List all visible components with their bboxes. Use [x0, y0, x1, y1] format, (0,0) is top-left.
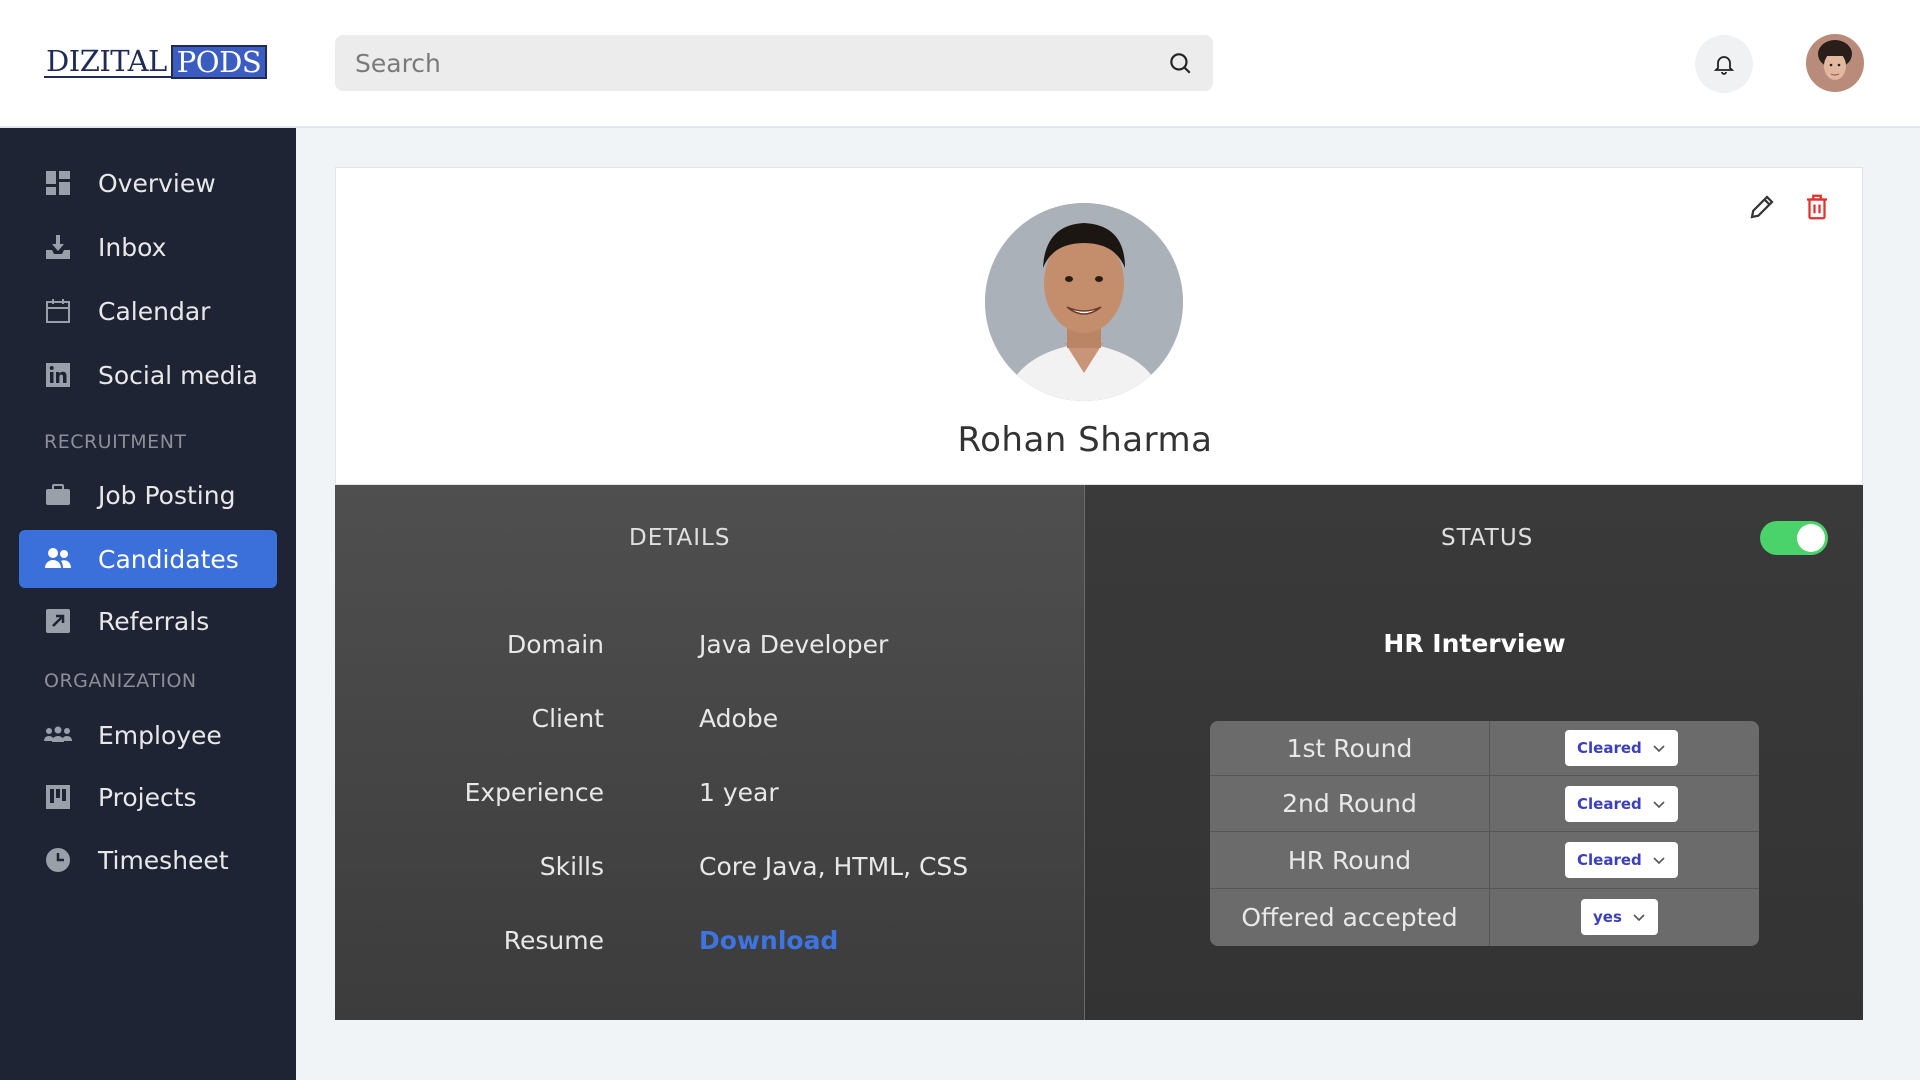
clock-icon: [44, 846, 72, 874]
sidebar-item-job-posting[interactable]: Job Posting: [19, 466, 277, 524]
sidebar-item-label: Timesheet: [98, 845, 229, 875]
search-bar[interactable]: Search: [335, 35, 1213, 91]
calendar-icon: [44, 297, 72, 325]
status-panel: STATUS HR Interview 1st Round Cleared 2n…: [1084, 485, 1863, 1020]
round-label: 1st Round: [1210, 721, 1490, 775]
round-label: HR Round: [1210, 832, 1490, 888]
sidebar-item-label: Social media: [98, 360, 258, 390]
details-title: DETAILS: [629, 525, 731, 551]
detail-row-experience: Experience 1 year: [335, 778, 1084, 818]
round-row: Offered accepted yes: [1210, 889, 1759, 946]
logo-text-pods: PODS: [170, 45, 268, 79]
detail-key: Skills: [539, 852, 604, 881]
sidebar-item-label: Referrals: [98, 606, 210, 636]
sidebar-item-label: Candidates: [98, 544, 239, 574]
round-status-value: Cleared: [1577, 739, 1642, 757]
chevron-down-icon: [1653, 745, 1665, 753]
sidebar-item-employee[interactable]: Employee: [19, 706, 277, 764]
detail-value: Core Java, HTML, CSS: [699, 852, 969, 881]
user-avatar[interactable]: [1806, 34, 1864, 92]
sidebar-item-overview[interactable]: Overview: [19, 154, 277, 212]
sidebar-item-label: Inbox: [98, 232, 167, 262]
sidebar-item-candidates[interactable]: Candidates: [19, 530, 277, 588]
user-avatar-image: [1806, 34, 1864, 92]
detail-value: Java Developer: [699, 630, 889, 659]
candidate-name: Rohan Sharma: [957, 420, 1213, 460]
search-input[interactable]: Search: [355, 49, 1167, 78]
detail-key: Experience: [464, 778, 604, 807]
sidebar-item-label: Calendar: [98, 296, 211, 326]
round-status-select[interactable]: yes: [1581, 899, 1658, 935]
detail-value: Adobe: [699, 704, 779, 733]
chevron-down-icon: [1653, 857, 1665, 865]
detail-value: 1 year: [699, 778, 779, 807]
linkedin-icon: [44, 361, 72, 389]
kanban-icon: [44, 783, 72, 811]
sidebar-item-label: Overview: [98, 168, 216, 198]
external-link-icon: [44, 607, 72, 635]
sidebar-item-timesheet[interactable]: Timesheet: [19, 831, 277, 889]
sidebar-item-calendar[interactable]: Calendar: [19, 282, 277, 340]
edit-icon[interactable]: [1747, 192, 1777, 222]
delete-icon[interactable]: [1802, 192, 1832, 222]
round-status-value: yes: [1593, 908, 1622, 926]
toggle-knob: [1797, 524, 1825, 552]
details-panel: DETAILS Domain Java Developer Client Ado…: [335, 485, 1084, 1020]
search-icon[interactable]: [1167, 50, 1193, 76]
round-status-select[interactable]: Cleared: [1565, 730, 1678, 766]
section-label-organization: ORGANIZATION: [44, 670, 197, 692]
logo-text-dizital: DIZITAL: [44, 46, 171, 78]
round-status-select[interactable]: Cleared: [1565, 842, 1678, 878]
briefcase-icon: [44, 481, 72, 509]
detail-row-client: Client Adobe: [335, 704, 1084, 744]
sidebar-item-label: Employee: [98, 720, 222, 750]
round-status-value: Cleared: [1577, 851, 1642, 869]
top-header: DIZITAL PODS Search: [0, 0, 1920, 128]
candidate-photo: [985, 203, 1183, 401]
users-icon: [44, 545, 72, 573]
group-icon: [44, 721, 72, 749]
detail-row-domain: Domain Java Developer: [335, 630, 1084, 670]
detail-key: Client: [531, 704, 604, 733]
sidebar-item-inbox[interactable]: Inbox: [19, 218, 277, 276]
round-row: 1st Round Cleared: [1210, 721, 1759, 776]
bell-icon: [1713, 56, 1735, 75]
sidebar-item-projects[interactable]: Projects: [19, 768, 277, 826]
sidebar-item-label: Projects: [98, 782, 197, 812]
round-row: 2nd Round Cleared: [1210, 776, 1759, 832]
sidebar-item-social-media[interactable]: Social media: [19, 346, 277, 404]
sidebar-item-label: Job Posting: [98, 480, 236, 510]
resume-download-link[interactable]: Download: [699, 926, 838, 955]
candidate-card: Rohan Sharma DETAILS Domain Java Develop…: [335, 167, 1863, 1020]
detail-row-skills: Skills Core Java, HTML, CSS: [335, 852, 1084, 892]
round-status-value: Cleared: [1577, 795, 1642, 813]
notifications-button[interactable]: [1695, 35, 1753, 93]
sidebar-item-referrals[interactable]: Referrals: [19, 592, 277, 650]
round-label: 2nd Round: [1210, 776, 1490, 831]
rounds-table: 1st Round Cleared 2nd Round Cleared HR R…: [1210, 721, 1759, 946]
status-toggle[interactable]: [1760, 521, 1828, 555]
round-label: Offered accepted: [1210, 889, 1490, 946]
dashboard-icon: [44, 169, 72, 197]
detail-row-resume: Resume Download: [335, 926, 1084, 966]
detail-key: Resume: [503, 926, 604, 955]
round-row: HR Round Cleared: [1210, 832, 1759, 889]
inbox-download-icon: [44, 233, 72, 261]
app-logo[interactable]: DIZITAL PODS: [44, 45, 268, 79]
sidebar: Overview Inbox Calendar Social media REC…: [0, 128, 296, 1080]
chevron-down-icon: [1653, 801, 1665, 809]
round-status-select[interactable]: Cleared: [1565, 786, 1678, 822]
status-title: STATUS: [1441, 525, 1534, 551]
detail-key: Domain: [506, 630, 604, 659]
chevron-down-icon: [1633, 914, 1645, 922]
interview-stage-title: HR Interview: [1383, 629, 1566, 658]
section-label-recruitment: RECRUITMENT: [44, 431, 187, 453]
candidate-profile-header: Rohan Sharma: [335, 167, 1863, 485]
